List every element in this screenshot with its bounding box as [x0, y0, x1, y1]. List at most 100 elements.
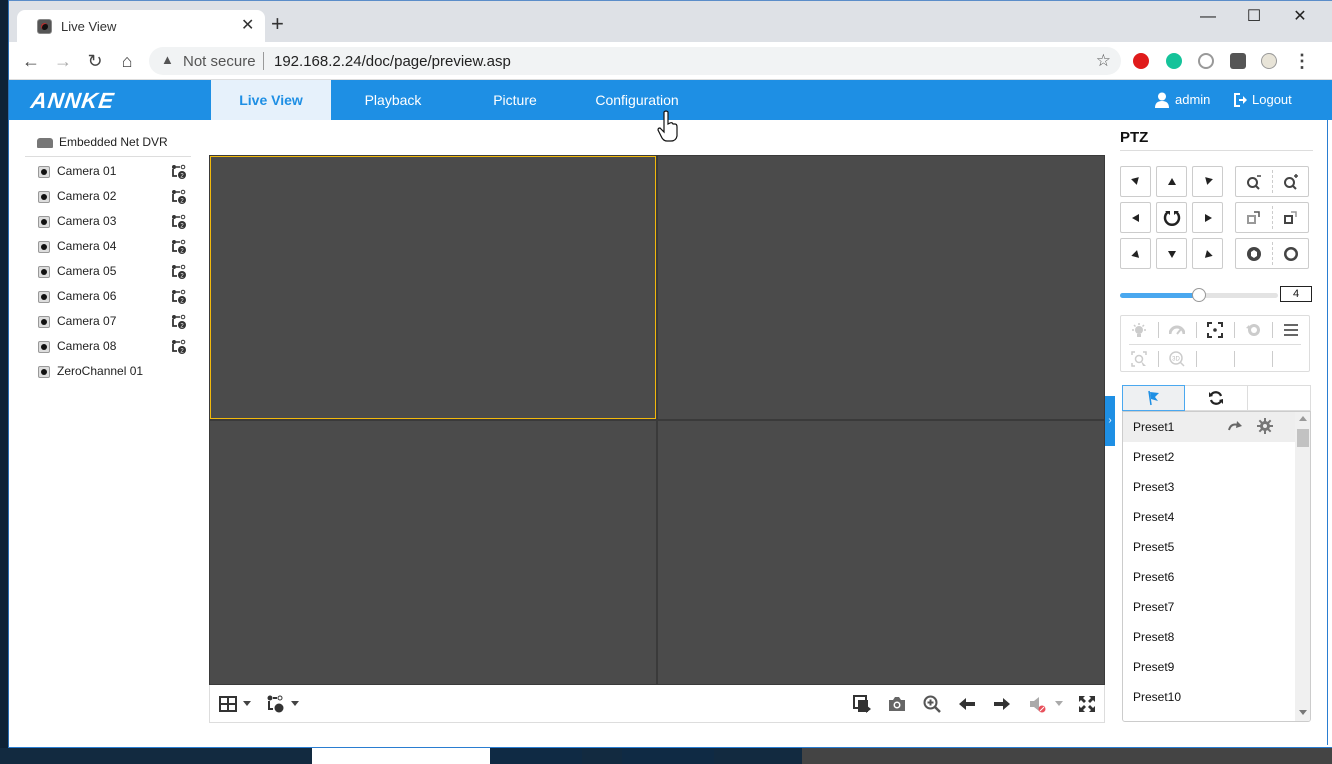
audio-dropdown-caret[interactable]: [1055, 701, 1063, 706]
preset-item[interactable]: Preset1: [1123, 412, 1295, 442]
link-extension-icon[interactable]: [1198, 53, 1214, 69]
stream-dropdown-caret[interactable]: [291, 701, 299, 706]
call-preset-icon[interactable]: [1227, 419, 1243, 435]
logout-icon[interactable]: [1233, 92, 1247, 108]
preset-item[interactable]: Preset10: [1123, 682, 1295, 712]
url-text[interactable]: 192.168.2.24/doc/page/preview.asp: [274, 53, 511, 70]
bookmark-star-icon[interactable]: ☆: [1096, 51, 1111, 71]
collapse-ptz-button[interactable]: ›: [1105, 396, 1115, 446]
iris-open-button[interactable]: [1236, 239, 1272, 268]
audio-muted-icon[interactable]: [1028, 694, 1048, 714]
stream-switch-icon[interactable]: 2: [171, 339, 187, 355]
forward-button[interactable]: →: [51, 50, 75, 72]
preset-item[interactable]: Preset8: [1123, 622, 1295, 652]
maximize-button[interactable]: ☐: [1231, 5, 1277, 29]
home-button[interactable]: ⌂: [115, 50, 139, 72]
channel-item[interactable]: Camera 07 2: [17, 312, 199, 334]
channel-item[interactable]: ZeroChannel 01: [17, 362, 199, 384]
security-status[interactable]: Not secure: [183, 53, 256, 70]
logout-link[interactable]: Logout: [1252, 92, 1292, 107]
zoom-in-button[interactable]: [1273, 167, 1309, 196]
ptz-right-button[interactable]: [1192, 202, 1223, 233]
tab-live-view[interactable]: Live View ✕: [17, 10, 265, 43]
scroll-up-arrow[interactable]: [1299, 416, 1307, 421]
channel-item[interactable]: Camera 01 2: [17, 162, 199, 184]
preset-item[interactable]: Preset4: [1123, 502, 1295, 532]
menu-configuration[interactable]: Configuration: [575, 80, 699, 120]
ptz-auto-button[interactable]: [1156, 202, 1187, 233]
iris-close-button[interactable]: [1273, 239, 1309, 268]
tab-close-button[interactable]: ✕: [241, 15, 254, 35]
channel-item[interactable]: Camera 04 2: [17, 237, 199, 259]
layout-dropdown-caret[interactable]: [243, 701, 251, 706]
adblock-icon[interactable]: [1133, 53, 1149, 69]
ptz-up-left-button[interactable]: [1120, 166, 1151, 197]
scroll-thumb[interactable]: [1297, 429, 1309, 447]
reload-button[interactable]: ↻: [83, 50, 107, 72]
profile-avatar-icon[interactable]: [1261, 53, 1277, 69]
lens-init-button[interactable]: [1235, 318, 1271, 342]
preset-item[interactable]: Preset9: [1123, 652, 1295, 682]
ptz-up-button[interactable]: [1156, 166, 1187, 197]
new-tab-button[interactable]: +: [271, 13, 284, 35]
one-touch-focus-button[interactable]: [1197, 318, 1233, 342]
digital-zoom-icon[interactable]: [922, 694, 942, 714]
menu-live-view[interactable]: Live View: [211, 80, 331, 120]
ptz-down-left-button[interactable]: [1120, 238, 1151, 269]
stream-switch-icon[interactable]: 2: [171, 214, 187, 230]
video-pane-4[interactable]: [658, 421, 1104, 684]
patrol-tab[interactable]: [1185, 385, 1248, 411]
video-pane-2[interactable]: [658, 156, 1104, 419]
close-window-button[interactable]: ✕: [1277, 5, 1323, 29]
window-layout-icon[interactable]: [218, 694, 238, 714]
stream-switch-icon[interactable]: 2: [171, 314, 187, 330]
wiper-button[interactable]: [1159, 318, 1195, 342]
gear-icon[interactable]: [1257, 418, 1273, 434]
video-pane-1[interactable]: [210, 156, 656, 419]
stream-switch-icon[interactable]: 2: [171, 189, 187, 205]
address-bar[interactable]: ▲ Not secure 192.168.2.24/doc/page/previ…: [149, 47, 1121, 75]
stop-all-preview-icon[interactable]: [852, 694, 872, 714]
3d-zoom-button[interactable]: 3D: [1159, 347, 1195, 371]
preset-item[interactable]: Preset3: [1123, 472, 1295, 502]
ptz-down-button[interactable]: [1156, 238, 1187, 269]
preset-item[interactable]: Preset6: [1123, 562, 1295, 592]
back-button[interactable]: ←: [19, 50, 43, 72]
grammarly-icon[interactable]: [1166, 53, 1182, 69]
ptz-speed-slider[interactable]: [1120, 288, 1278, 302]
preset-tab[interactable]: [1122, 385, 1185, 411]
preset-item[interactable]: Preset2: [1123, 442, 1295, 472]
focus-near-button[interactable]: [1236, 203, 1272, 232]
stream-type-icon[interactable]: [266, 694, 286, 714]
stream-switch-icon[interactable]: 2: [171, 239, 187, 255]
preset-scrollbar[interactable]: [1295, 412, 1310, 721]
ptz-up-right-button[interactable]: [1192, 166, 1223, 197]
ptz-down-right-button[interactable]: [1192, 238, 1223, 269]
channel-item[interactable]: Camera 05 2: [17, 262, 199, 284]
menu-playback[interactable]: Playback: [331, 80, 455, 120]
stream-switch-icon[interactable]: 2: [171, 164, 187, 180]
previous-page-icon[interactable]: [957, 694, 977, 714]
channel-item[interactable]: Camera 02 2: [17, 187, 199, 209]
video-pane-3[interactable]: [210, 421, 656, 684]
ptz-left-button[interactable]: [1120, 202, 1151, 233]
preset-item[interactable]: Preset7: [1123, 592, 1295, 622]
stream-switch-icon[interactable]: 2: [171, 264, 187, 280]
more-menu-button[interactable]: [1273, 318, 1309, 342]
stream-switch-icon[interactable]: 2: [171, 289, 187, 305]
manual-tracking-button[interactable]: [1121, 347, 1157, 371]
preset-item[interactable]: Preset5: [1123, 532, 1295, 562]
light-button[interactable]: [1121, 318, 1157, 342]
scroll-down-arrow[interactable]: [1299, 710, 1307, 715]
channel-item[interactable]: Camera 03 2: [17, 212, 199, 234]
focus-far-button[interactable]: [1273, 203, 1309, 232]
fullscreen-icon[interactable]: [1077, 694, 1097, 714]
minimize-button[interactable]: —: [1185, 5, 1231, 29]
channel-item[interactable]: Camera 06 2: [17, 287, 199, 309]
warning-icon[interactable]: ▲: [161, 52, 174, 67]
channel-item[interactable]: Camera 08 2: [17, 337, 199, 359]
menu-picture[interactable]: Picture: [455, 80, 575, 120]
puzzle-icon[interactable]: [1230, 53, 1246, 69]
pattern-tab[interactable]: [1248, 385, 1310, 411]
capture-icon[interactable]: [887, 694, 907, 714]
